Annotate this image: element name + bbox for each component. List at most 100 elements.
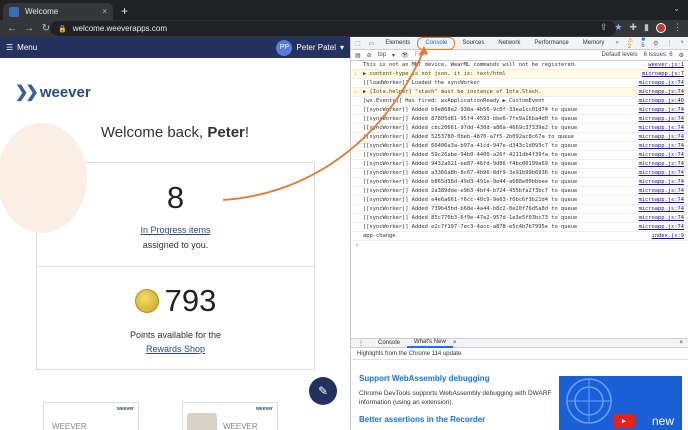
forward-icon[interactable]: → [24,23,34,34]
welcome-name: Peter [207,124,245,141]
points-text: Points available for the [129,330,222,340]
info-badge[interactable]: ■ 6 [638,37,649,49]
log-source-link[interactable]: microapp.js:74 [639,124,684,132]
log-source-link[interactable]: microapp.js:74 [639,142,684,150]
side-panel-icon[interactable]: ▮ [644,22,649,33]
address-bar[interactable]: 🔒 welcome.weeverapps.com [50,21,616,36]
settings-gear-icon[interactable]: ⚙ [649,40,662,47]
drawer-tabbar: ⋮ Console What's New × × [351,338,688,348]
rewards-shop-link[interactable]: Rewards Shop [37,344,314,354]
log-source-link[interactable]: microapp.js:74 [639,151,684,159]
issues-button[interactable]: 6 Issues: 6 [644,52,673,58]
drawer-menu-icon[interactable]: ⋮ [351,338,371,348]
wn-title-2[interactable]: Better assertions in the Recorder [359,415,554,424]
console-log-row: [[syncWorker]] Added 85c770b3-6f9e-47e2-… [351,214,688,223]
warning-badge[interactable]: ⚠ 2 [625,37,637,50]
log-source-link[interactable]: microapp.js:74 [639,223,684,231]
console-filter-bar: ▤ ⊘ top ▾ 👁 Filter Default levels 6 Issu… [351,50,688,61]
console-log-row: [[syncWorker]] Added a3366a8b-8c67-4b96-… [351,169,688,178]
tab-sources[interactable]: Sources [455,37,491,50]
clear-console-icon[interactable]: ⊘ [367,52,372,59]
browser-menu-icon[interactable]: ⋮ [673,22,682,33]
log-levels-select[interactable]: Default levels [602,52,638,58]
console-log-row: [[syncWorker]] Added 59c26abe-94b0-4400-… [351,151,688,160]
console-log-row: [[syncWorker]] Added 5253780-0beb-4870-a… [351,133,688,142]
log-source-link[interactable]: microapp.js:74 [639,178,684,186]
log-source-link[interactable]: index.js:9 [652,232,684,240]
new-tab-button[interactable]: + [121,4,128,18]
profile-avatar[interactable] [656,22,666,33]
devtools-panel: ⬚ ▭ Elements Console Sources Network Per… [350,36,688,430]
extensions-icon[interactable]: ✚ [630,22,638,33]
close-devtools-icon[interactable]: × [676,40,688,46]
browser-tab[interactable]: Welcome × [3,3,113,20]
favicon-icon [9,6,19,17]
weever-logo-icon: ❯❯ [15,84,39,101]
log-source-link[interactable]: microapp.js:74 [639,187,684,195]
close-tab-icon[interactable]: × [102,7,107,16]
devtools-menu-icon[interactable]: ⋮ [662,40,676,47]
drawer-tab-whats-new[interactable]: What's New [407,338,453,348]
welcome-suffix: ! [244,124,250,141]
wn-title-1[interactable]: Support WebAssembly debugging [359,374,554,383]
console-prompt[interactable]: › [351,241,688,249]
log-source-link[interactable]: weever.js:1 [648,61,684,69]
caret-down-icon[interactable]: ▾ [392,52,395,59]
menu-button[interactable]: ☰ Menu [6,43,37,52]
log-message: [[syncWorker]] Added b865d38d-49d3-491e-… [363,179,578,185]
bookmark-star-icon[interactable]: ★ [614,22,622,33]
tab-search-icon[interactable]: ⌄ [673,4,680,13]
log-source-link[interactable]: microapp.js:74 [639,133,684,141]
device-toolbar-icon[interactable]: ▭ [365,40,379,47]
log-source-link[interactable]: microapp.js:74 [639,169,684,177]
app-header: ☰ Menu PP Peter Patel ▾ [0,37,350,58]
whats-new-video[interactable]: ▶ new [559,376,682,430]
user-name: Peter Patel [296,43,336,52]
log-message: [[syncWorker]] Added 85c770b3-6f9e-47e2-… [363,215,578,221]
console-log-list: This is not an MMT device, WearML comman… [351,61,688,241]
console-settings-icon[interactable]: ⚙ [679,52,684,59]
youtube-play-icon[interactable]: ▶ [613,414,635,428]
user-menu[interactable]: PP Peter Patel ▾ [276,39,344,56]
log-source-link[interactable]: microapp.js:74 [639,79,684,87]
drawer-tab-close-icon[interactable]: × [453,340,457,346]
in-progress-link[interactable]: In Progress items [37,225,314,235]
content-thumbnail[interactable]: weever WEEVER [43,402,139,430]
log-source-link[interactable]: microapp.js:74 [639,160,684,168]
in-progress-section: 8 In Progress items assigned to you. [0,123,314,267]
log-source-link[interactable]: microapp.js:40 [639,97,684,105]
url-text[interactable]: welcome.weeverapps.com [73,24,167,33]
close-drawer-icon[interactable]: × [679,340,683,346]
log-message: [[syncWorker]] Added cbc20661-97dd-430d-… [363,125,578,131]
console-log-row: [[syncWorker]] Added cbc20661-97dd-430d-… [351,124,688,133]
log-source-link[interactable]: microapp.js:74 [639,88,684,96]
tab-memory[interactable]: Memory [576,37,612,50]
console-log-row: [[syncWorker]] Added 9432a021-ee87-46fd-… [351,160,688,169]
log-source-link[interactable]: microapp.js:74 [639,205,684,213]
help-chat-button[interactable]: ✎ [309,377,337,405]
live-expression-eye-icon[interactable]: 👁 [401,52,409,59]
lock-icon[interactable]: 🔒 [58,25,67,33]
content-thumbnail[interactable]: weever WEEVER [182,402,278,430]
tab-performance[interactable]: Performance [527,37,575,50]
more-tabs-icon[interactable]: » [611,40,622,46]
inspect-icon[interactable]: ⬚ [351,40,365,47]
share-icon[interactable]: ⇪ [600,22,608,33]
log-source-link[interactable]: microapp.js:74 [639,196,684,204]
tab-elements[interactable]: Elements [378,37,417,50]
back-icon[interactable]: ← [7,23,17,34]
logo-text: weever [39,83,91,101]
sidebar-toggle-icon[interactable]: ▤ [355,52,361,59]
tab-console[interactable]: Console [417,36,456,50]
drawer-tab-console[interactable]: Console [371,338,407,348]
thumbnail-title: WEEVER [52,422,87,430]
log-source-link[interactable]: microapp.js:74 [639,115,684,123]
tab-network[interactable]: Network [491,37,527,50]
browser-toolbar: ← → ↻ 🔒 welcome.weeverapps.com ⇪ ★ ✚ ▮ ⋮ [0,20,688,37]
hamburger-icon: ☰ [6,43,14,52]
log-source-link[interactable]: microapp.js:7 [642,70,684,78]
log-source-link[interactable]: microapp.js:74 [639,106,684,114]
log-source-link[interactable]: microapp.js:74 [639,214,684,222]
context-select[interactable]: top [378,52,386,58]
filter-input[interactable]: Filter [415,52,428,58]
